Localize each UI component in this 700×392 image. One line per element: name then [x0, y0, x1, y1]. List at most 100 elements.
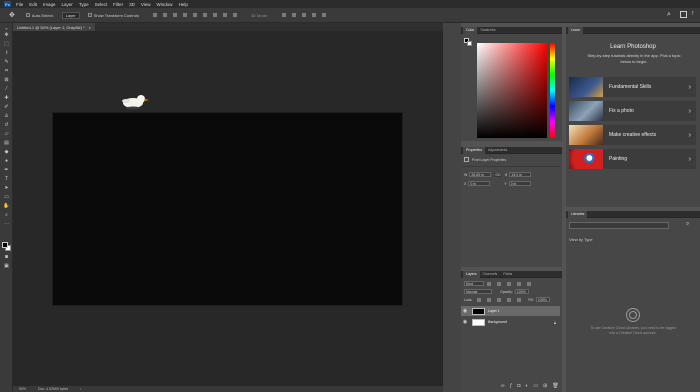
lasso-tool-icon[interactable]: ℓ: [3, 51, 10, 56]
link-layers-icon[interactable]: ∞: [501, 383, 505, 389]
path-select-icon[interactable]: ➤: [3, 186, 10, 191]
layer-style-icon[interactable]: ƒ: [510, 383, 513, 389]
move-tool-preset-icon[interactable]: ✥: [6, 12, 18, 19]
gradient-tool-icon[interactable]: ▤: [3, 141, 10, 146]
zoom-tool-icon[interactable]: ⌕: [3, 213, 10, 218]
menu-select[interactable]: Select: [95, 2, 108, 7]
menu-3d[interactable]: 3D: [129, 2, 135, 7]
layer-row-background[interactable]: ◉ Background 🔒︎: [461, 317, 560, 327]
eraser-tool-icon[interactable]: ▱: [3, 132, 10, 137]
marquee-tool-icon[interactable]: ⬚: [3, 42, 10, 47]
tab-learn[interactable]: Learn: [568, 26, 583, 34]
width-field[interactable]: 26.69 in: [469, 172, 492, 177]
new-group-icon[interactable]: ▭: [533, 383, 538, 389]
tab-swatches[interactable]: Swatches: [477, 27, 498, 34]
dodge-tool-icon[interactable]: ●: [3, 159, 10, 164]
filter-adjust-icon[interactable]: [497, 281, 501, 286]
brush-tool-icon[interactable]: ✐: [3, 105, 10, 110]
lock-image-icon[interactable]: [487, 297, 492, 302]
hue-slider[interactable]: [550, 43, 555, 138]
history-brush-icon[interactable]: ↺: [3, 123, 10, 128]
hand-tool-icon[interactable]: ✋: [3, 204, 10, 209]
learn-item-make-creative-effects[interactable]: Make creative effects ›: [569, 125, 696, 145]
move-tool-icon[interactable]: ✥: [3, 33, 10, 38]
3d-mode-buttons[interactable]: [276, 12, 332, 19]
height-field[interactable]: 15.0 in: [509, 172, 532, 177]
document-tab[interactable]: Untitled-1 @ 50% (Layer 1, Gray/8#) * ×: [13, 23, 95, 31]
menu-help[interactable]: Help: [179, 2, 188, 7]
blend-mode-dropdown[interactable]: Normal: [464, 289, 492, 294]
layer-dropdown[interactable]: Layer: [61, 11, 80, 19]
rectangle-tool-icon[interactable]: ▭: [3, 195, 10, 200]
menu-type[interactable]: Type: [79, 2, 89, 7]
align-buttons[interactable]: [147, 12, 243, 19]
visibility-eye-icon[interactable]: ◉: [461, 319, 469, 325]
lock-transparent-icon[interactable]: [477, 297, 482, 302]
menu-file[interactable]: File: [16, 2, 23, 7]
zoom-level[interactable]: 50%: [19, 387, 26, 391]
crop-tool-icon[interactable]: ⌗: [3, 69, 10, 74]
tab-channels[interactable]: Channels: [480, 271, 501, 278]
document-canvas[interactable]: [53, 113, 402, 305]
link-go-button[interactable]: GO: [494, 172, 502, 177]
type-tool-icon[interactable]: T: [3, 177, 10, 182]
tab-adjustments[interactable]: Adjustments: [485, 147, 510, 154]
collapse-toolbox-icon[interactable]: »: [3, 26, 10, 31]
filter-pixel-icon[interactable]: [487, 281, 491, 286]
filter-shape-icon[interactable]: [517, 281, 521, 286]
pen-tool-icon[interactable]: ✒: [3, 168, 10, 173]
kind-filter-dropdown[interactable]: Kind: [464, 281, 484, 286]
screen-mode-icon[interactable]: ▣: [3, 264, 10, 269]
tab-properties[interactable]: Properties: [463, 146, 485, 154]
menu-filter[interactable]: Filter: [113, 2, 123, 7]
quick-select-tool-icon[interactable]: ✎: [3, 60, 10, 65]
foreground-color-swatch[interactable]: [2, 242, 8, 248]
menu-window[interactable]: Window: [157, 2, 173, 7]
healing-brush-icon[interactable]: ✚: [3, 96, 10, 101]
learn-item-painting[interactable]: Painting ›: [569, 149, 696, 169]
y-field[interactable]: 0 in: [508, 181, 531, 186]
menu-view[interactable]: View: [141, 2, 151, 7]
learn-item-fundamental-skills[interactable]: Fundamental Skills ›: [569, 77, 696, 97]
lock-artboard-icon[interactable]: [507, 297, 512, 302]
status-arrow-icon[interactable]: ›: [80, 387, 81, 391]
quick-mask-icon[interactable]: ◙: [3, 255, 10, 260]
color-field[interactable]: [477, 43, 547, 138]
tab-paths[interactable]: Paths: [500, 271, 515, 278]
add-mask-icon[interactable]: ◘: [517, 383, 520, 389]
lock-all-icon[interactable]: [517, 297, 522, 302]
adjustment-layer-icon[interactable]: ◐: [525, 383, 528, 389]
search-icon[interactable]: ⌕: [686, 221, 689, 228]
new-layer-icon[interactable]: ⊞: [543, 383, 547, 389]
filter-smart-icon[interactable]: [527, 281, 531, 286]
lock-position-icon[interactable]: [497, 297, 502, 302]
visibility-eye-icon[interactable]: ◉: [461, 308, 469, 314]
menu-image[interactable]: Image: [43, 2, 56, 7]
clone-stamp-icon[interactable]: ♙: [3, 114, 10, 119]
close-tab-icon[interactable]: ×: [89, 25, 91, 30]
layer-row-layer-1[interactable]: ◉ Layer 1: [461, 306, 560, 316]
menu-edit[interactable]: Edit: [29, 2, 37, 7]
filter-type-icon[interactable]: [507, 281, 511, 286]
show-transform-checkbox[interactable]: Show Transform Controls: [85, 12, 142, 19]
frame-tool-icon[interactable]: ⊠: [3, 78, 10, 83]
tab-layers[interactable]: Layers: [463, 270, 480, 278]
more-tools-icon[interactable]: ⋯: [3, 222, 10, 227]
opacity-field[interactable]: 100%: [514, 289, 529, 294]
layer-name[interactable]: Layer 1: [488, 309, 500, 313]
blur-tool-icon[interactable]: ◆: [3, 150, 10, 155]
library-dropdown[interactable]: [569, 222, 669, 229]
tab-libraries[interactable]: Libraries: [568, 210, 588, 218]
bg-color-chip[interactable]: [467, 41, 472, 46]
workspace-icon[interactable]: [680, 11, 687, 18]
fill-field[interactable]: 100%: [535, 297, 550, 302]
layer-name[interactable]: Background: [488, 320, 554, 324]
search-icon[interactable]: ⌕: [667, 11, 671, 19]
x-field[interactable]: 0 in: [468, 181, 491, 186]
eyedropper-tool-icon[interactable]: ⁄: [3, 87, 10, 92]
delete-layer-icon[interactable]: 🗑︎: [552, 383, 558, 389]
learn-item-fix-a-photo[interactable]: Fix a photo ›: [569, 101, 696, 121]
tab-color[interactable]: Color: [463, 26, 478, 34]
share-icon[interactable]: ↑: [691, 10, 695, 17]
view-by-type[interactable]: View by Type: [569, 237, 593, 242]
